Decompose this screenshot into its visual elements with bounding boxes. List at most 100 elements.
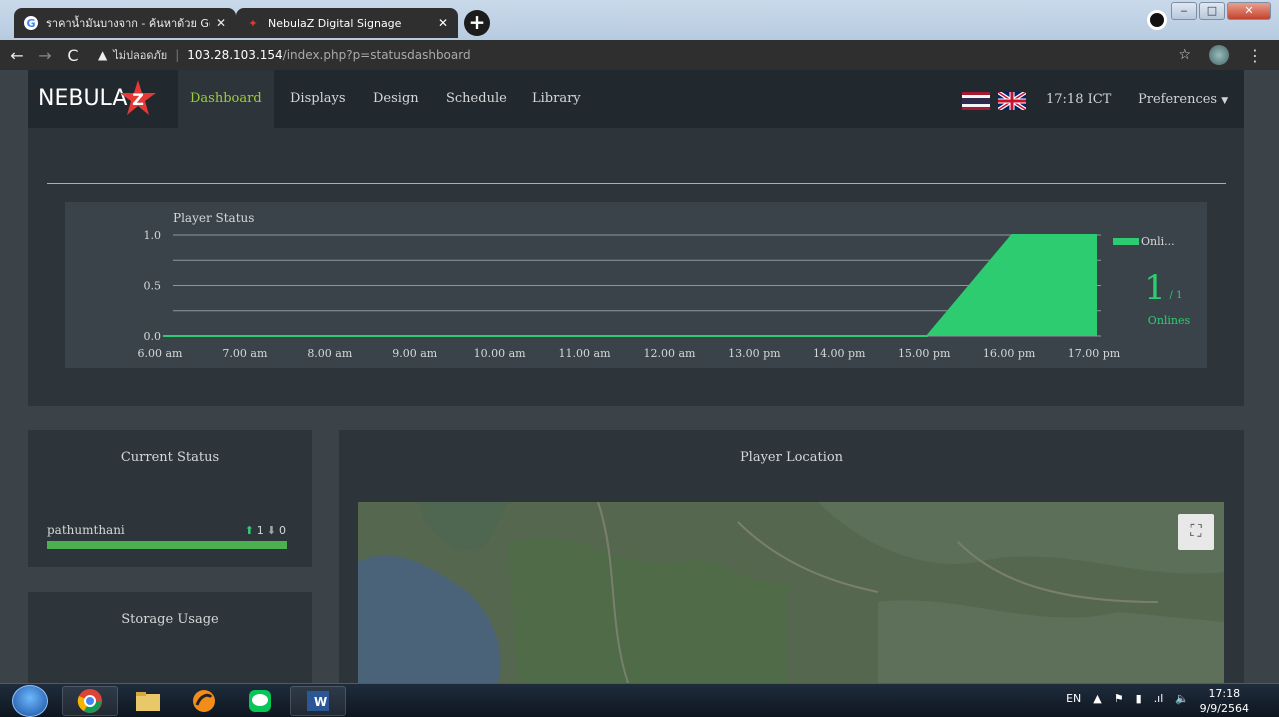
svg-text:W: W bbox=[314, 695, 327, 709]
new-tab-button[interactable]: + bbox=[464, 10, 490, 36]
storage-usage-card: Storage Usage bbox=[28, 592, 312, 683]
fullscreen-icon[interactable]: ⛶ bbox=[1178, 514, 1214, 550]
online-total: / 1 bbox=[1170, 290, 1183, 301]
menu-kebab-icon[interactable]: ⋮ bbox=[1247, 46, 1263, 65]
bookmark-star-icon[interactable]: ☆ bbox=[1178, 47, 1191, 63]
close-icon[interactable]: ✕ bbox=[438, 16, 448, 30]
logo-text[interactable]: NEBULA bbox=[38, 86, 127, 111]
url-field[interactable]: 103.28.103.154/index.php?p=statusdashboa… bbox=[187, 48, 470, 62]
page-content: NEBULA Z Dashboard Displays Design Sched… bbox=[0, 70, 1279, 683]
url-host: 103.28.103.154 bbox=[187, 48, 283, 62]
status-bar bbox=[47, 541, 287, 549]
volume-icon[interactable]: 🔈 bbox=[1175, 692, 1189, 705]
current-status-card: Current Status pathumthani ⬆ 1 ⬇ 0 bbox=[28, 430, 312, 567]
preferences-label: Preferences bbox=[1138, 92, 1218, 107]
line-taskbar-icon[interactable] bbox=[232, 686, 288, 716]
address-bar: ← → C ▲ ไม่ปลอดภัย | 103.28.103.154/inde… bbox=[0, 40, 1279, 70]
warning-icon[interactable]: ▲ bbox=[98, 48, 107, 62]
y-tick-label: 0.0 bbox=[144, 330, 162, 343]
close-icon[interactable]: ✕ bbox=[216, 16, 226, 30]
x-tick-label: 8.00 am bbox=[307, 347, 353, 360]
legend-swatch bbox=[1113, 238, 1139, 245]
orange-swirl-icon bbox=[193, 690, 215, 712]
player-location-title: Player Location bbox=[739, 450, 844, 465]
tab-label: ราคาน้ำมันบางจาก - ค้นหาด้วย Googl bbox=[46, 17, 210, 30]
uk-flag-icon[interactable] bbox=[998, 92, 1026, 110]
browser-tab-strip: G ราคาน้ำมันบางจาก - ค้นหาด้วย Googl ✕ ✦… bbox=[0, 0, 1279, 40]
x-tick-label: 16.00 pm bbox=[983, 347, 1036, 360]
x-tick-label: 10.00 am bbox=[474, 347, 527, 360]
show-hidden-icons[interactable]: ▲ bbox=[1093, 692, 1101, 705]
status-row-name: pathumthani bbox=[47, 523, 125, 537]
arrow-down-icon: ⬇ bbox=[266, 524, 276, 537]
clock-text: 17:18 ICT bbox=[1046, 92, 1112, 107]
divider bbox=[47, 183, 1226, 184]
windows-taskbar: W EN ▲ ⚑ ▮ .ıl 🔈 17:18 9/9/2564 bbox=[0, 683, 1279, 717]
x-tick-label: 15.00 pm bbox=[898, 347, 951, 360]
browser-tab-google[interactable]: G ราคาน้ำมันบางจาก - ค้นหาด้วย Googl ✕ bbox=[14, 8, 236, 38]
x-tick-label: 9.00 am bbox=[392, 347, 438, 360]
x-tick-label: 17.00 pm bbox=[1068, 347, 1121, 360]
current-status-title: Current Status bbox=[120, 450, 220, 465]
x-tick-label: 7.00 am bbox=[222, 347, 268, 360]
system-tray: EN ▲ ⚑ ▮ .ıl 🔈 bbox=[1066, 692, 1189, 705]
y-tick-label: 0.5 bbox=[144, 280, 162, 293]
close-window-button[interactable]: ✕ bbox=[1227, 2, 1271, 20]
preferences-menu[interactable]: Preferences ▼ bbox=[1138, 92, 1228, 107]
chart-title: Player Status bbox=[173, 211, 254, 225]
status-row-counts: ⬆ 1 ⬇ 0 bbox=[245, 524, 286, 537]
power-icon[interactable]: ▮ bbox=[1136, 692, 1142, 705]
x-tick-label: 11.00 am bbox=[559, 347, 612, 360]
taskbar-clock[interactable]: 17:18 9/9/2564 bbox=[1200, 686, 1249, 716]
taskbar-date: 9/9/2564 bbox=[1199, 702, 1249, 715]
app-taskbar-icon[interactable] bbox=[176, 686, 232, 716]
language-indicator[interactable]: EN bbox=[1066, 692, 1081, 705]
google-icon: G bbox=[24, 16, 38, 30]
browser-tab-nebulaz[interactable]: ✦ NebulaZ Digital Signage ✕ bbox=[236, 8, 458, 38]
profile-icon[interactable] bbox=[1147, 10, 1167, 30]
nebulaz-icon: ✦ bbox=[248, 16, 258, 30]
nav-library[interactable]: Library bbox=[520, 70, 593, 128]
player-status-chart: Player Status 1.0 0.5 0.0 6.00 am 7.00 am 8.00… bbox=[138, 211, 1191, 360]
maximize-button[interactable]: □ bbox=[1199, 2, 1225, 20]
extension-icon[interactable] bbox=[1209, 45, 1229, 65]
online-count: 1 bbox=[1144, 268, 1166, 308]
nav-dashboard[interactable]: Dashboard bbox=[178, 70, 274, 128]
folder-icon bbox=[136, 692, 160, 711]
address-separator: | bbox=[175, 48, 180, 62]
chart-area: Player Status 1.0 0.5 0.0 6.00 am 7.00 am 8.00… bbox=[65, 202, 1207, 368]
up-count: 1 bbox=[256, 524, 264, 537]
svg-text:Z: Z bbox=[132, 90, 144, 109]
nav-design[interactable]: Design bbox=[361, 70, 431, 128]
y-tick-label: 1.0 bbox=[144, 229, 162, 242]
minimize-button[interactable]: ‒ bbox=[1171, 2, 1197, 20]
x-tick-label: 6.00 am bbox=[138, 347, 184, 360]
word-icon: W bbox=[307, 691, 329, 711]
logo-star-icon: Z bbox=[120, 80, 156, 115]
start-button[interactable] bbox=[12, 685, 48, 717]
taskbar-time: 17:18 bbox=[1208, 687, 1241, 700]
url-path: /index.php?p=statusdashboard bbox=[282, 48, 471, 62]
thai-flag-icon[interactable] bbox=[962, 92, 990, 110]
chrome-taskbar-icon[interactable] bbox=[62, 686, 118, 716]
map-terrain bbox=[358, 502, 1224, 683]
x-tick-label: 12.00 am bbox=[643, 347, 696, 360]
explorer-taskbar-icon[interactable] bbox=[120, 686, 176, 716]
network-icon[interactable]: .ıl bbox=[1154, 692, 1164, 705]
nav-displays[interactable]: Displays bbox=[278, 70, 358, 128]
back-icon[interactable]: ← bbox=[6, 46, 28, 65]
word-taskbar-icon[interactable]: W bbox=[290, 686, 346, 716]
location-map[interactable]: ⛶ bbox=[358, 502, 1224, 683]
player-status-panel: Player Status 1.0 0.5 0.0 6.00 am 7.00 am 8.00… bbox=[28, 128, 1244, 406]
forward-icon[interactable]: → bbox=[34, 46, 56, 65]
player-location-card: Player Location ⛶ bbox=[339, 430, 1244, 683]
nav-schedule[interactable]: Schedule bbox=[434, 70, 519, 128]
chevron-down-icon: ▼ bbox=[1221, 96, 1229, 106]
tab-label: NebulaZ Digital Signage bbox=[268, 16, 402, 30]
flag-icon[interactable]: ⚑ bbox=[1114, 692, 1124, 705]
reload-icon[interactable]: C bbox=[62, 46, 84, 65]
down-count: 0 bbox=[279, 524, 286, 537]
x-tick-label: 14.00 pm bbox=[813, 347, 866, 360]
storage-usage-title: Storage Usage bbox=[121, 612, 219, 627]
insecure-label[interactable]: ไม่ปลอดภัย bbox=[113, 46, 167, 64]
